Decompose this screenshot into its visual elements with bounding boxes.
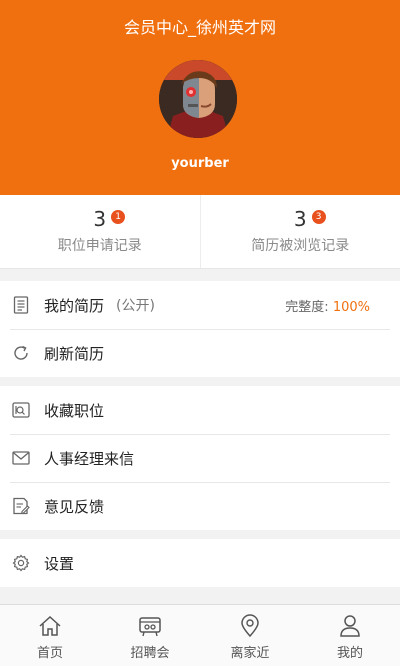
resume-visibility: (公开) (116, 298, 155, 314)
view-count: 3 (293, 207, 307, 231)
document-icon (12, 296, 30, 314)
tab-nearby[interactable]: 离家近 (200, 605, 300, 666)
completeness-label: 完整度: (285, 299, 329, 315)
settings-item[interactable]: 设置 (0, 539, 400, 587)
profile-header: 会员中心_徐州英才网 yourber (0, 0, 400, 195)
completeness-value: 100% (332, 299, 370, 315)
hr-letters-item[interactable]: 人事经理来信 (0, 434, 400, 482)
tab-home-label: 首页 (36, 646, 63, 661)
actions-group: 收藏职位 人事经理来信 意见反馈 (0, 386, 400, 530)
tab-job-fair-label: 招聘会 (130, 646, 170, 661)
avatar[interactable] (159, 60, 237, 138)
settings-group: 设置 (0, 539, 400, 587)
page-title: 会员中心_徐州英才网 (123, 18, 276, 37)
username: yourber (171, 156, 229, 171)
application-count: 3 (93, 207, 107, 231)
favorite-jobs-icon (12, 401, 30, 419)
tab-mine-label: 我的 (336, 646, 363, 661)
application-label: 职位申请记录 (57, 238, 142, 254)
view-label: 简历被浏览记录 (251, 238, 350, 254)
favorite-jobs-label: 收藏职位 (44, 401, 105, 420)
application-badge: 1 (111, 210, 126, 224)
feedback-label: 意见反馈 (44, 497, 105, 516)
settings-label: 设置 (44, 554, 75, 573)
refresh-resume-label: 刷新简历 (44, 344, 105, 363)
location-pin-icon (200, 612, 300, 640)
gear-icon (12, 554, 30, 572)
view-badge: 3 (311, 210, 326, 224)
bottom-tab-bar: 首页 招聘会 离家近 我的 (0, 604, 400, 666)
favorite-jobs-item[interactable]: 收藏职位 (0, 386, 400, 434)
stats-bar: 3 1 职位申请记录 3 3 简历被浏览记录 (0, 195, 400, 269)
my-resume-label: 我的简历 (44, 296, 105, 315)
user-icon (300, 612, 400, 640)
resume-view-records[interactable]: 3 3 简历被浏览记录 (199, 195, 400, 268)
hr-letters-label: 人事经理来信 (44, 449, 135, 468)
mail-icon (12, 449, 30, 467)
application-records[interactable]: 3 1 职位申请记录 (0, 195, 200, 268)
feedback-item[interactable]: 意见反馈 (0, 482, 400, 530)
resume-completeness: 完整度: 100% (285, 296, 370, 315)
refresh-resume-item[interactable]: 刷新简历 (0, 329, 400, 377)
home-icon (0, 612, 100, 640)
tab-mine[interactable]: 我的 (300, 605, 400, 666)
job-fair-icon (100, 612, 200, 640)
tab-home[interactable]: 首页 (0, 605, 100, 666)
my-resume-item[interactable]: 我的简历 (公开) 完整度: 100% (0, 281, 400, 329)
refresh-icon (12, 344, 30, 362)
tab-job-fair[interactable]: 招聘会 (100, 605, 200, 666)
resume-group: 我的简历 (公开) 完整度: 100% 刷新简历 (0, 281, 400, 377)
tab-nearby-label: 离家近 (230, 646, 270, 661)
feedback-icon (12, 497, 30, 515)
